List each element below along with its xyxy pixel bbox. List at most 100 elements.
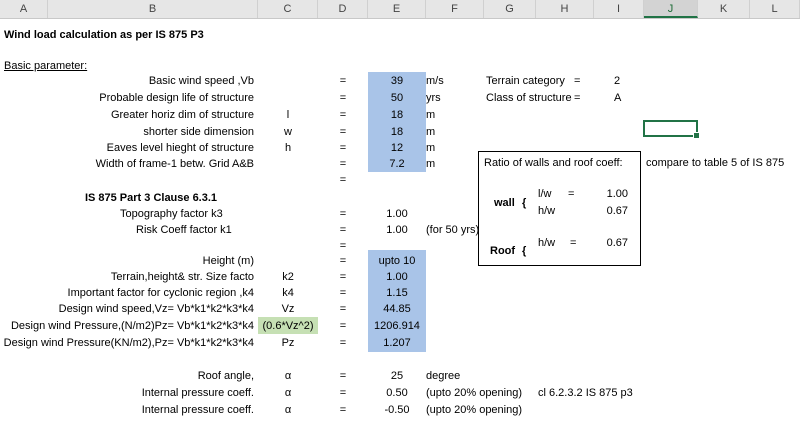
value-width[interactable]: 7.2	[368, 156, 426, 172]
symbol-vz: Vz	[281, 303, 295, 315]
label-basic-wind-speed: Basic wind speed ,Vb	[148, 75, 254, 87]
value-k3[interactable]: 1.00	[368, 206, 426, 222]
eq-sign: =	[339, 109, 347, 121]
eq-sign: =	[574, 75, 581, 87]
column-header-b[interactable]: B	[48, 0, 258, 18]
column-header-d[interactable]: D	[318, 0, 368, 18]
section-basic-parameter: Basic parameter:	[4, 60, 88, 72]
hw-label: h/w	[538, 205, 556, 217]
wall-label: wall	[494, 197, 515, 209]
unit-life: yrs	[426, 92, 441, 104]
roof-brace: {	[522, 245, 527, 257]
value-class-structure[interactable]: A	[614, 90, 621, 106]
eq-sign: =	[570, 237, 577, 249]
value-shorter[interactable]: 18	[368, 124, 426, 140]
label-eaves-height: Eaves level hieght of structure	[106, 142, 254, 154]
column-header-k[interactable]: K	[698, 0, 750, 18]
note-internal-pressure-1: (upto 20% opening)	[426, 387, 523, 399]
eq-sign: =	[339, 387, 347, 399]
label-cyclonic-factor: Important factor for cyclonic region ,k4	[67, 287, 254, 299]
active-cell-selection[interactable]	[643, 120, 700, 139]
eq-sign: =	[339, 224, 347, 236]
label-height: Height (m)	[202, 255, 254, 267]
column-header-c[interactable]: C	[258, 0, 318, 18]
label-greater-dim: Greater horiz dim of structure	[110, 109, 254, 121]
symbol-w: w	[284, 126, 292, 138]
value-vb[interactable]: 39	[368, 73, 426, 89]
value-k4[interactable]: 1.15	[368, 285, 426, 301]
label-risk-coeff: Risk Coeff factor k1	[136, 224, 232, 236]
eq-sign: =	[339, 404, 347, 416]
label-design-wind-speed: Design wind speed,Vz= Vb*k1*k2*k3*k4	[58, 303, 254, 315]
column-header-f[interactable]: F	[426, 0, 484, 18]
column-header-j[interactable]: J	[644, 0, 698, 18]
ratio-compare-note: compare to table 5 of IS 875	[646, 157, 785, 169]
column-header-e[interactable]: E	[368, 0, 426, 18]
value-vz[interactable]: 44.85	[368, 301, 426, 317]
value-height[interactable]: upto 10	[368, 253, 426, 269]
label-internal-pressure-1: Internal pressure coeff.	[141, 387, 254, 399]
value-terrain-category[interactable]: 2	[614, 73, 620, 89]
eq-sign: =	[339, 75, 347, 87]
unit-vb: m/s	[426, 75, 444, 87]
value-pz-n[interactable]: 1206.914	[368, 318, 426, 334]
unit-roof-angle: degree	[426, 370, 461, 382]
note-k1: (for 50 yrs)	[426, 224, 480, 236]
label-frame-width: Width of frame-1 betw. Grid A&B	[95, 158, 254, 170]
eq-sign: =	[339, 158, 347, 170]
value-pz-kn[interactable]: 1.207	[368, 335, 426, 351]
roof-hw-value: 0.67	[606, 237, 628, 249]
symbol-alpha: α	[284, 404, 292, 416]
lw-value: 1.00	[606, 188, 628, 200]
value-greater[interactable]: 18	[368, 107, 426, 123]
value-k1[interactable]: 1.00	[368, 222, 426, 238]
column-header-l[interactable]: L	[750, 0, 800, 18]
unit-shorter: m	[426, 126, 436, 138]
label-shorter-side: shorter side dimension	[143, 126, 254, 138]
symbol-h: h	[284, 142, 292, 154]
ratio-title: Ratio of walls and roof coeff:	[484, 157, 623, 169]
symbol-alpha: α	[284, 370, 292, 382]
fill-handle[interactable]	[693, 132, 700, 139]
eq-sign: =	[339, 240, 347, 252]
eq-sign: =	[339, 271, 347, 283]
value-eaves[interactable]: 12	[368, 140, 426, 156]
column-header-i[interactable]: I	[594, 0, 644, 18]
symbol-k2: k2	[282, 271, 294, 283]
symbol-pz: Pz	[281, 337, 295, 349]
clause-reference: cl 6.2.3.2 IS 875 p3	[538, 387, 633, 399]
value-k2[interactable]: 1.00	[368, 269, 426, 285]
eq-sign: =	[574, 92, 581, 104]
symbol-l: l	[286, 109, 290, 121]
eq-sign: =	[339, 320, 347, 332]
eq-sign: =	[339, 303, 347, 315]
value-internal-pressure-1[interactable]: 0.50	[368, 385, 426, 401]
value-internal-pressure-2[interactable]: -0.50	[368, 402, 426, 418]
eq-sign: =	[568, 188, 575, 200]
value-roof-angle[interactable]: 25	[368, 368, 426, 384]
eq-sign: =	[339, 126, 347, 138]
unit-width: m	[426, 158, 436, 170]
roof-hw-label: h/w	[538, 237, 556, 249]
column-header-h[interactable]: H	[536, 0, 594, 18]
value-life[interactable]: 50	[368, 90, 426, 106]
formula-pz: (0.6*Vz^2)	[262, 320, 314, 332]
label-terrain-category: Terrain category	[486, 75, 565, 87]
eq-sign: =	[339, 370, 347, 382]
hw-value: 0.67	[606, 205, 628, 217]
lw-label: l/w	[538, 188, 552, 200]
note-internal-pressure-2: (upto 20% opening)	[426, 404, 523, 416]
column-header-a[interactable]: A	[0, 0, 48, 18]
column-header-g[interactable]: G	[484, 0, 536, 18]
label-design-pressure-n: Design wind Pressure,(N/m2)Pz= Vb*k1*k2*…	[10, 320, 254, 332]
eq-sign: =	[339, 174, 347, 186]
label-design-pressure-kn: Design wind Pressure(KN/m2),Pz= Vb*k1*k2…	[3, 337, 254, 349]
eq-sign: =	[339, 92, 347, 104]
eq-sign: =	[339, 142, 347, 154]
label-terrain-factor: Terrain,height& str. Size facto	[110, 271, 254, 283]
label-internal-pressure-2: Internal pressure coeff.	[141, 404, 254, 416]
clause-heading: IS 875 Part 3 Clause 6.3.1	[84, 192, 218, 204]
label-roof-angle: Roof angle,	[197, 370, 254, 382]
label-class-structure: Class of structure	[486, 92, 572, 104]
label-topography-factor: Topography factor k3	[120, 208, 223, 220]
